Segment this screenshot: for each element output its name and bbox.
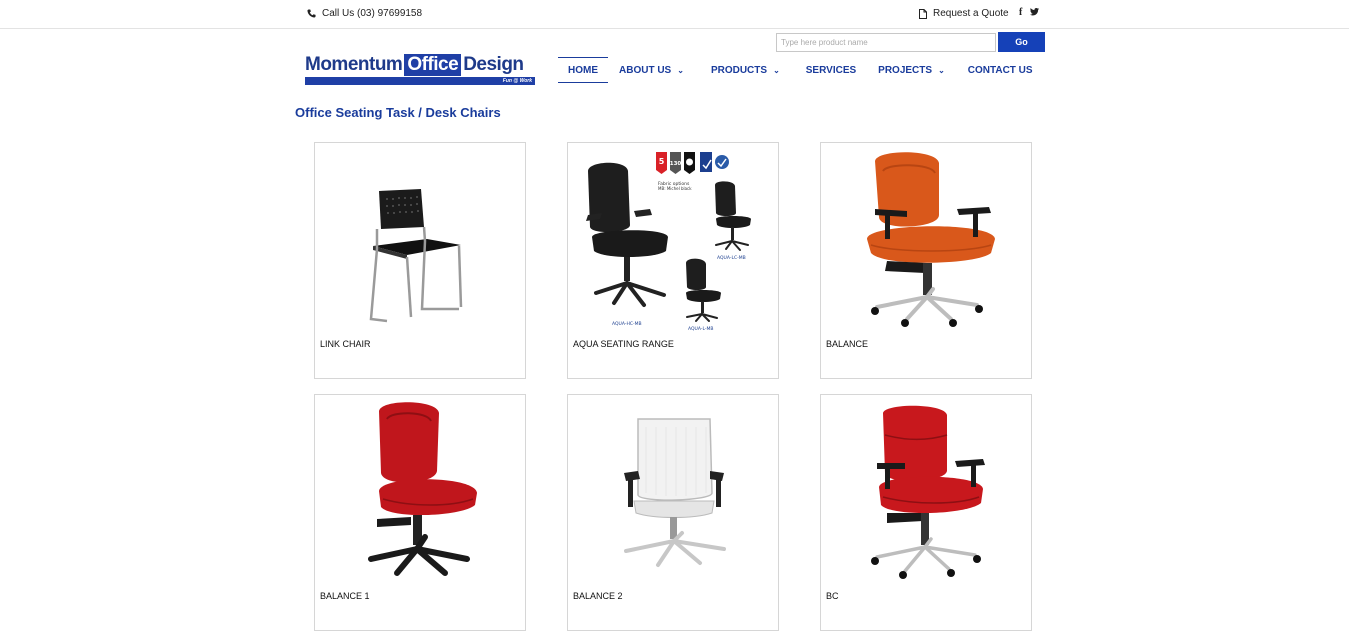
product-card-balance[interactable]: BALANCE: [820, 142, 1032, 379]
nav-products[interactable]: PRODUCTS ⌄: [711, 57, 780, 83]
logo-office: Office: [404, 54, 462, 76]
product-name[interactable]: BALANCE 2: [573, 591, 623, 601]
nav-products-label: PRODUCTS: [710, 64, 768, 76]
link-chair-image[interactable]: [321, 149, 519, 335]
logo-design: Design: [463, 54, 524, 75]
product-name[interactable]: LINK CHAIR: [320, 339, 371, 349]
product-name[interactable]: BC: [826, 591, 839, 601]
balance-2-chair-image[interactable]: [574, 401, 772, 587]
bc-chair-image[interactable]: [827, 401, 1025, 587]
request-quote-text: Request a Quote: [933, 8, 1009, 19]
product-card-balance-1[interactable]: BALANCE 1: [314, 394, 526, 631]
product-search-input[interactable]: [776, 33, 996, 52]
product-name[interactable]: BALANCE: [826, 339, 868, 349]
nav-contact-us[interactable]: CONTACT US: [968, 57, 1033, 83]
nav-projects[interactable]: PROJECTS ⌄: [878, 57, 945, 83]
product-card-bc[interactable]: BC: [820, 394, 1032, 631]
logo-wordmark: Momentum Office Design: [305, 52, 535, 76]
nav-services[interactable]: SERVICES: [806, 57, 856, 83]
phone-icon: [307, 9, 316, 18]
nav-about-us[interactable]: ABOUT US ⌄: [619, 57, 684, 83]
request-quote-link[interactable]: Request a Quote: [919, 8, 1009, 19]
product-card-aqua-seating-range[interactable]: 5 130 Fabric options MB: Michel black AQ…: [567, 142, 779, 379]
fabric-caption-sub: MB: Michel black: [658, 186, 692, 191]
logo-underline-bar: Fun @ Work: [305, 77, 535, 85]
facebook-icon[interactable]: f: [1019, 7, 1022, 18]
model-label-lc: AQUA-LC-MB: [717, 255, 746, 261]
top-bar: Call Us (03) 97699158 Request a Quote f: [0, 0, 1349, 29]
phone-text: Call Us (03) 97699158: [322, 8, 423, 19]
nav-home-label: HOME: [568, 64, 598, 76]
page-title: Office Seating Task / Desk Chairs: [295, 105, 501, 120]
phone-contact[interactable]: Call Us (03) 97699158: [307, 8, 422, 19]
badge-warranty: 5: [659, 157, 665, 166]
model-label-hc: AQUA-HC-MB: [612, 321, 642, 327]
social-links: f: [1019, 7, 1040, 18]
model-label-l: AQUA-L-MB: [688, 326, 713, 332]
logo-tagline: Fun @ Work: [502, 78, 532, 84]
product-name[interactable]: AQUA SEATING RANGE: [573, 339, 674, 349]
product-name[interactable]: BALANCE 1: [320, 591, 370, 601]
logo-momentum: Momentum: [305, 54, 403, 75]
site-logo[interactable]: Momentum Office Design Fun @ Work: [305, 52, 535, 85]
twitter-icon[interactable]: [1030, 7, 1040, 16]
aqua-seating-range-image[interactable]: 5 130 Fabric options MB: Michel black AQ…: [574, 149, 772, 335]
balance-chair-image[interactable]: [827, 149, 1025, 335]
balance-1-chair-image[interactable]: [321, 401, 519, 587]
go-button[interactable]: Go: [998, 32, 1045, 52]
chevron-down-icon: ⌄: [938, 65, 945, 75]
badge-weight: 130: [670, 161, 682, 167]
main-navigation: HOME ABOUT US ⌄ PRODUCTS ⌄ SERVICES PROJ…: [558, 57, 1033, 83]
chevron-down-icon: ⌄: [677, 65, 684, 75]
nav-projects-label: PROJECTS: [878, 64, 933, 76]
chevron-down-icon: ⌄: [773, 65, 780, 75]
nav-home[interactable]: HOME: [558, 57, 608, 83]
certification-badges: 5 130: [656, 152, 729, 174]
product-card-link-chair[interactable]: LINK CHAIR: [314, 142, 526, 379]
nav-about-us-label: ABOUT US: [619, 64, 672, 76]
document-icon: [919, 8, 927, 19]
nav-services-label: SERVICES: [805, 64, 857, 76]
nav-contact-us-label: CONTACT US: [967, 64, 1033, 76]
product-card-balance-2[interactable]: BALANCE 2: [567, 394, 779, 631]
